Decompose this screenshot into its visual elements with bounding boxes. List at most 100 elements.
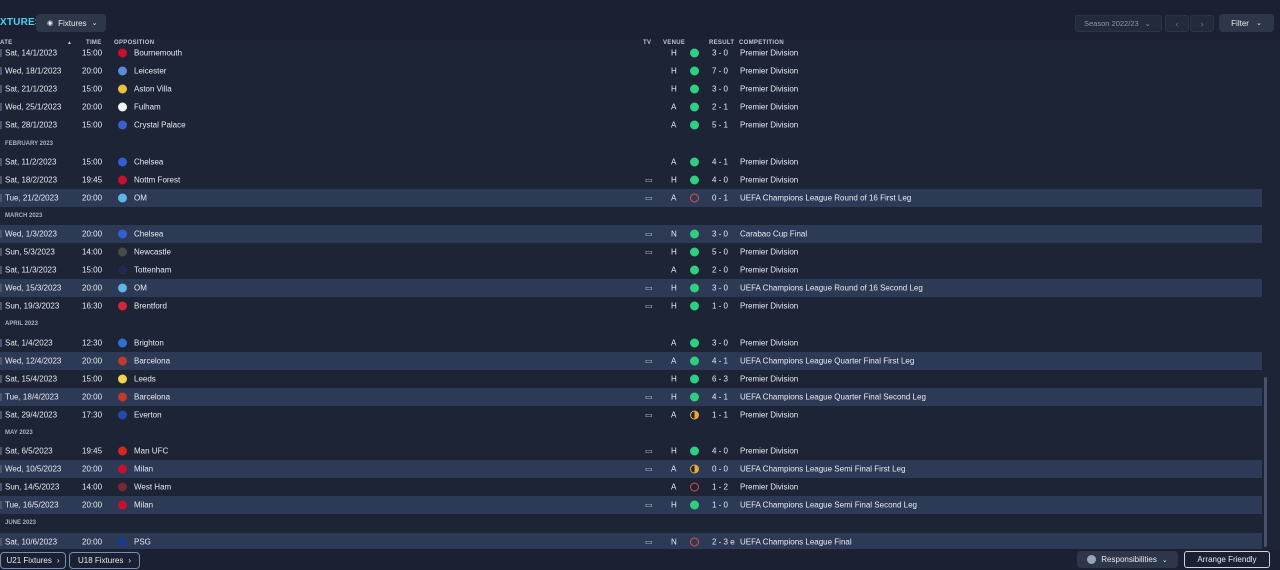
fixture-result[interactable]: 5 - 1 (712, 121, 728, 130)
competition-link[interactable]: Premier Division (740, 248, 798, 257)
scrollbar[interactable] (1264, 377, 1267, 547)
fixture-row[interactable]: Sat, 28/1/2023 15:00 Crystal Palace A 5 - 1 P… (0, 116, 1262, 134)
fixture-row[interactable]: Wed, 25/1/2023 20:00 Fulham A 2 - 1 Premier D… (0, 98, 1262, 116)
fixture-result[interactable]: 2 - 0 (712, 266, 728, 275)
opposition-link[interactable]: PSG (134, 537, 151, 546)
fixture-row[interactable]: Sun, 5/3/2023 14:00 Newcastle ▭ H 5 - 0 Premie… (0, 243, 1262, 261)
fixture-result[interactable]: 1 - 1 (712, 410, 728, 419)
competition-link[interactable]: Premier Division (740, 121, 798, 130)
opposition-link[interactable]: Tottenham (134, 266, 171, 275)
competition-link[interactable]: Premier Division (740, 175, 798, 184)
fixture-row[interactable]: Sat, 21/1/2023 15:00 Aston Villa H 3 - 0 Prem… (0, 80, 1262, 98)
opposition-link[interactable]: Brighton (134, 338, 164, 347)
fixture-row[interactable]: Sat, 6/5/2023 19:45 Man UFC ▭ H 4 - 0 Premier … (0, 442, 1262, 460)
arrange-friendly-button[interactable]: Arrange Friendly (1184, 551, 1270, 568)
fixture-row[interactable]: Sat, 1/4/2023 12:30 Brighton A 3 - 0 Premier … (0, 334, 1262, 352)
fixture-result[interactable]: 4 - 0 (712, 447, 728, 456)
opposition-link[interactable]: Bournemouth (134, 49, 182, 58)
opposition-link[interactable]: Leeds (134, 374, 156, 383)
competition-link[interactable]: UEFA Champions League Quarter Final Seco… (740, 392, 926, 401)
fixture-result[interactable]: 3 - 0 (712, 229, 728, 238)
competition-link[interactable]: Premier Division (740, 266, 798, 275)
fixture-result[interactable]: 0 - 1 (712, 193, 728, 202)
fixture-row[interactable]: Sun, 19/3/2023 16:30 Brentford ▭ H 1 - 0 Premi… (0, 297, 1262, 315)
fixture-row[interactable]: Wed, 12/4/2023 20:00 Barcelona ▭ A 4 - 1 UEFA … (0, 351, 1262, 370)
fixture-row[interactable]: Wed, 18/1/2023 20:00 Leicester H 7 - 0 Premie… (0, 62, 1262, 80)
fixture-result[interactable]: 1 - 0 (712, 302, 728, 311)
fixtures-view-dropdown[interactable]: ◉ Fixtures ⌄ (36, 14, 107, 32)
competition-link[interactable]: Carabao Cup Final (740, 229, 807, 238)
opposition-link[interactable]: Milan (134, 465, 153, 474)
fixture-result[interactable]: 1 - 0 (712, 501, 728, 510)
fixture-row[interactable]: Tue, 21/2/2023 20:00 OM ▭ A 0 - 1 UEFA Champio… (0, 188, 1262, 207)
fixture-result[interactable]: 3 - 0 (712, 284, 728, 293)
competition-link[interactable]: UEFA Champions League Final (740, 537, 852, 546)
season-selector[interactable]: Season 2022/23 ⌄ (1075, 15, 1162, 32)
fixture-row[interactable]: Sun, 14/5/2023 14:00 West Ham A 1 - 2 Premier… (0, 478, 1262, 496)
filter-button[interactable]: Filter ⌄ (1219, 14, 1274, 32)
competition-link[interactable]: Premier Division (740, 410, 798, 419)
competition-link[interactable]: UEFA Champions League Semi Final Second … (740, 501, 917, 510)
opposition-link[interactable]: Aston Villa (134, 85, 172, 94)
opposition-link[interactable]: Milan (134, 501, 153, 510)
opposition-link[interactable]: Chelsea (134, 229, 163, 238)
competition-link[interactable]: Premier Division (740, 374, 798, 383)
competition-link[interactable]: Premier Division (740, 483, 798, 492)
fixture-row[interactable]: Sat, 29/4/2023 17:30 Everton ▭ A 1 - 1 Premier… (0, 406, 1262, 424)
next-season-button[interactable]: › (1190, 15, 1214, 32)
opposition-link[interactable]: Newcastle (134, 248, 171, 257)
fixture-row[interactable]: Wed, 15/3/2023 20:00 OM ▭ H 3 - 0 UEFA Champio… (0, 279, 1262, 298)
fixture-result[interactable]: 0 - 0 (712, 465, 728, 474)
competition-link[interactable]: Premier Division (740, 157, 798, 166)
fixture-result[interactable]: 4 - 1 (712, 157, 728, 166)
competition-link[interactable]: Premier Division (740, 49, 798, 58)
fixture-result[interactable]: 5 - 0 (712, 248, 728, 257)
fixture-result[interactable]: 3 - 0 (712, 338, 728, 347)
u18-fixtures-button[interactable]: U18 Fixtures › (69, 552, 140, 569)
opposition-link[interactable]: OM (134, 284, 147, 293)
fixture-row[interactable]: Sat, 14/1/2023 15:00 Bournemouth H 3 - 0 Prem… (0, 44, 1262, 62)
opposition-link[interactable]: Chelsea (134, 157, 163, 166)
fixture-result[interactable]: 4 - 1 (712, 356, 728, 365)
opposition-link[interactable]: Nottm Forest (134, 175, 180, 184)
fixture-row[interactable]: Sat, 11/3/2023 15:00 Tottenham A 2 - 0 Premie… (0, 261, 1262, 279)
fixture-result[interactable]: 4 - 1 (712, 392, 728, 401)
competition-link[interactable]: UEFA Champions League Quarter Final Firs… (740, 356, 914, 365)
fixture-result[interactable]: 3 - 0 (712, 85, 728, 94)
opposition-link[interactable]: Brentford (134, 302, 167, 311)
opposition-link[interactable]: Leicester (134, 67, 166, 76)
competition-link[interactable]: UEFA Champions League Round of 16 Second… (740, 284, 923, 293)
fixture-result[interactable]: 2 - 1 (712, 103, 728, 112)
responsibilities-button[interactable]: Responsibilities ⌄ (1077, 551, 1178, 568)
fixture-result[interactable]: 2 - 3 e (712, 537, 735, 546)
opposition-link[interactable]: OM (134, 193, 147, 202)
fixture-row[interactable]: Tue, 18/4/2023 20:00 Barcelona ▭ H 4 - 1 UEFA … (0, 387, 1262, 406)
opposition-link[interactable]: Crystal Palace (134, 121, 186, 130)
competition-link[interactable]: Premier Division (740, 302, 798, 311)
competition-link[interactable]: Premier Division (740, 103, 798, 112)
opposition-link[interactable]: Fulham (134, 103, 161, 112)
fixture-result[interactable]: 6 - 3 (712, 374, 728, 383)
competition-link[interactable]: Premier Division (740, 67, 798, 76)
competition-link[interactable]: Premier Division (740, 85, 798, 94)
competition-link[interactable]: UEFA Champions League Round of 16 First … (740, 193, 911, 202)
fixture-row[interactable]: Tue, 16/5/2023 20:00 Milan ▭ H 1 - 0 UEFA Cham… (0, 496, 1262, 515)
opposition-link[interactable]: Barcelona (134, 392, 170, 401)
fixture-row[interactable]: Sat, 10/6/2023 20:00 PSG ▭ N 2 - 3 e UEFA Cham… (0, 532, 1262, 551)
fixture-result[interactable]: 4 - 0 (712, 175, 728, 184)
fixture-result[interactable]: 1 - 2 (712, 483, 728, 492)
fixture-row[interactable]: Sat, 11/2/2023 15:00 Chelsea A 4 - 1 Premier … (0, 153, 1262, 171)
opposition-link[interactable]: West Ham (134, 483, 171, 492)
fixture-row[interactable]: Wed, 10/5/2023 20:00 Milan ▭ A 0 - 0 UEFA Cham… (0, 460, 1262, 479)
fixture-row[interactable]: Wed, 1/3/2023 20:00 Chelsea ▭ N 3 - 0 Carabao … (0, 224, 1262, 244)
opposition-link[interactable]: Man UFC (134, 447, 168, 456)
previous-season-button[interactable]: ‹ (1165, 15, 1189, 32)
competition-link[interactable]: Premier Division (740, 447, 798, 456)
opposition-link[interactable]: Barcelona (134, 356, 170, 365)
fixture-result[interactable]: 3 - 0 (712, 49, 728, 58)
fixture-result[interactable]: 7 - 0 (712, 67, 728, 76)
opposition-link[interactable]: Everton (134, 410, 162, 419)
fixture-row[interactable]: Sat, 18/2/2023 19:45 Nottm Forest ▭ H 4 - 0 Pr… (0, 171, 1262, 189)
competition-link[interactable]: Premier Division (740, 338, 798, 347)
u21-fixtures-button[interactable]: U21 Fixtures › (0, 552, 66, 569)
